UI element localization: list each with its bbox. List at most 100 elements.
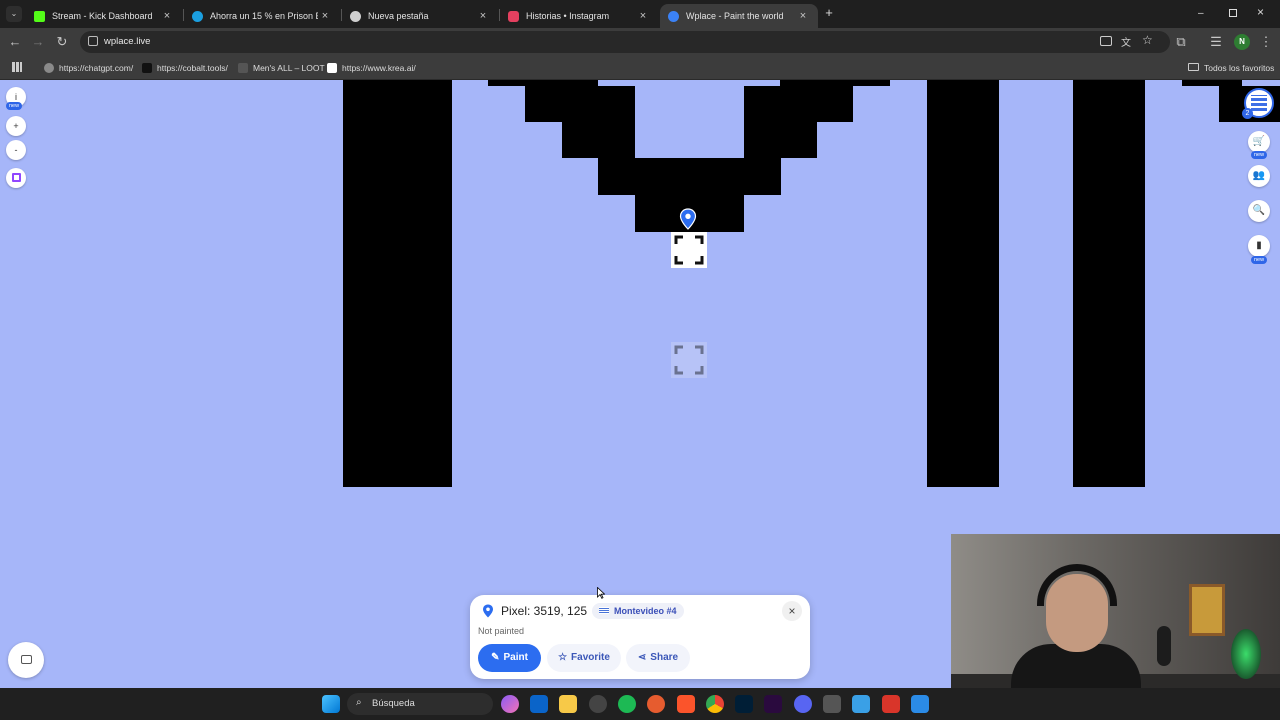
- paint-status: Not painted: [478, 626, 525, 636]
- pixel-coordinates: Pixel: 3519, 125: [501, 604, 588, 618]
- outlook-icon[interactable]: [530, 695, 548, 713]
- bar-chart-icon: ▮: [1256, 240, 1262, 251]
- pixel-block: [343, 80, 452, 487]
- address-bar[interactable]: wplace.live 文 ☆: [80, 31, 1170, 53]
- windows-start-icon[interactable]: [322, 695, 340, 713]
- bookmark-star-icon[interactable]: ☆: [1142, 33, 1153, 47]
- bookmark-cobalt[interactable]: https://cobalt.tools/: [142, 61, 228, 75]
- bookmark-chatgpt[interactable]: https://chatgpt.com/: [44, 61, 133, 75]
- krea-icon: [327, 63, 337, 73]
- zoom-out-button[interactable]: -: [6, 140, 26, 160]
- star-icon: ☆: [558, 652, 568, 663]
- share-icon: ⋖: [637, 652, 647, 663]
- back-icon[interactable]: ←: [6, 33, 24, 51]
- close-tab-icon[interactable]: ×: [636, 10, 650, 22]
- close-popup-button[interactable]: ×: [782, 601, 802, 621]
- apps-grid-icon[interactable]: [12, 62, 22, 72]
- browser-toolbar: ← → ↻ wplace.live 文 ☆ ⧉ ☰ N ⋮: [0, 28, 1280, 56]
- notepad-icon[interactable]: [852, 695, 870, 713]
- minimize-icon[interactable]: –: [1198, 8, 1208, 19]
- avatar-pattern-icon: [1251, 95, 1267, 111]
- restore-icon[interactable]: [1229, 9, 1237, 17]
- app-icon[interactable]: [823, 695, 841, 713]
- cast-icon[interactable]: [1100, 36, 1112, 46]
- close-tab-icon[interactable]: ×: [796, 10, 810, 22]
- profile-avatar[interactable]: N: [1234, 34, 1250, 50]
- corner-brackets-icon: [674, 235, 704, 265]
- app-icon[interactable]: [589, 695, 607, 713]
- photoshop-icon[interactable]: [735, 695, 753, 713]
- kick-icon: [34, 10, 45, 22]
- pixel-block: [744, 122, 817, 158]
- pixel-block: [927, 80, 999, 487]
- premiere-icon[interactable]: [764, 695, 782, 713]
- close-tab-icon[interactable]: ×: [160, 10, 174, 22]
- region-badge[interactable]: Montevideo #4: [592, 603, 684, 619]
- bookmark-krea[interactable]: https://www.krea.ai/: [327, 61, 416, 75]
- new-tab-button[interactable]: +: [822, 6, 836, 20]
- brave-icon[interactable]: [677, 695, 695, 713]
- share-button[interactable]: ⋖ Share: [626, 644, 690, 672]
- menu-icon[interactable]: ⋮: [1257, 33, 1275, 51]
- bookmark-loot[interactable]: Men's ALL – LOOT: [238, 61, 325, 75]
- favorite-button[interactable]: ☆ Favorite: [547, 644, 621, 672]
- pixel-block: [525, 86, 635, 122]
- tab-wplace[interactable]: Wplace - Paint the world ×: [660, 4, 818, 28]
- tab-title: Historias • Instagram: [526, 11, 610, 21]
- all-favorites-folder[interactable]: Todos los favoritos: [1188, 61, 1274, 75]
- forward-icon[interactable]: →: [29, 33, 47, 51]
- tab-kick[interactable]: Stream - Kick Dashboard ×: [26, 4, 182, 28]
- app-icon[interactable]: [882, 695, 900, 713]
- tab-instagram[interactable]: Historias • Instagram ×: [500, 4, 658, 28]
- tab-new-tab[interactable]: Nueva pestaña ×: [342, 4, 498, 28]
- chrome-icon: [350, 10, 361, 22]
- user-avatar-button[interactable]: 2: [1242, 88, 1274, 119]
- wall-poster: [1189, 584, 1225, 636]
- paint-button[interactable]: ✎ Paint: [478, 644, 541, 672]
- pixel-block: [1073, 80, 1145, 487]
- corner-brackets-icon: [674, 345, 704, 375]
- extensions-icon[interactable]: ⧉: [1172, 33, 1190, 51]
- tab-groups-icon[interactable]: ☰: [1207, 33, 1225, 51]
- leaderboard-button[interactable]: ▮: [1248, 235, 1270, 257]
- discord-icon[interactable]: [794, 695, 812, 713]
- tab-title: Nueva pestaña: [368, 11, 429, 21]
- tab-steam[interactable]: Ahorra un 15 % en Prison Escape ×: [184, 4, 340, 28]
- search-icon: ⌕: [356, 697, 362, 708]
- microphone: [1157, 626, 1171, 666]
- close-tab-icon[interactable]: ×: [318, 10, 332, 22]
- mouse-cursor-icon: [597, 587, 605, 599]
- site-info-icon[interactable]: [88, 36, 98, 46]
- loot-icon: [238, 63, 248, 73]
- translate-icon[interactable]: 文: [1121, 34, 1131, 49]
- search-icon: 🔍: [1252, 205, 1266, 216]
- file-explorer-icon[interactable]: [559, 695, 577, 713]
- close-tab-icon[interactable]: ×: [476, 10, 490, 22]
- app-icon[interactable]: [911, 695, 929, 713]
- layers-button[interactable]: [8, 642, 44, 678]
- app-icon[interactable]: [647, 695, 665, 713]
- alliance-button[interactable]: 👥: [1248, 165, 1270, 187]
- reload-icon[interactable]: ↻: [53, 33, 71, 51]
- zoom-in-button[interactable]: +: [6, 116, 26, 136]
- chrome-icon[interactable]: [706, 695, 724, 713]
- close-window-icon[interactable]: ×: [1257, 5, 1264, 19]
- twitch-button[interactable]: [6, 168, 26, 188]
- tab-title: Stream - Kick Dashboard: [52, 11, 153, 21]
- cart-icon: 🛒: [1252, 136, 1266, 147]
- copilot-icon[interactable]: [501, 695, 519, 713]
- search-button[interactable]: 🔍: [1248, 200, 1270, 222]
- pixel-block: [598, 158, 781, 195]
- new-badge: new: [1251, 256, 1268, 264]
- tab-title: Wplace - Paint the world: [686, 11, 784, 21]
- bookmarks-bar: https://chatgpt.com/ https://cobalt.tool…: [0, 56, 1280, 80]
- tab-search-button[interactable]: ⌄: [6, 6, 22, 22]
- taskbar: ⌕ Búsqueda: [0, 688, 1280, 720]
- instagram-icon: [508, 10, 519, 22]
- pixel-block: [744, 86, 853, 122]
- selected-pixel-marker[interactable]: [671, 232, 707, 268]
- store-button[interactable]: 🛒: [1248, 131, 1270, 153]
- twitch-icon: [11, 173, 21, 182]
- spotify-icon[interactable]: [618, 695, 636, 713]
- taskbar-search[interactable]: ⌕ Búsqueda: [347, 693, 493, 715]
